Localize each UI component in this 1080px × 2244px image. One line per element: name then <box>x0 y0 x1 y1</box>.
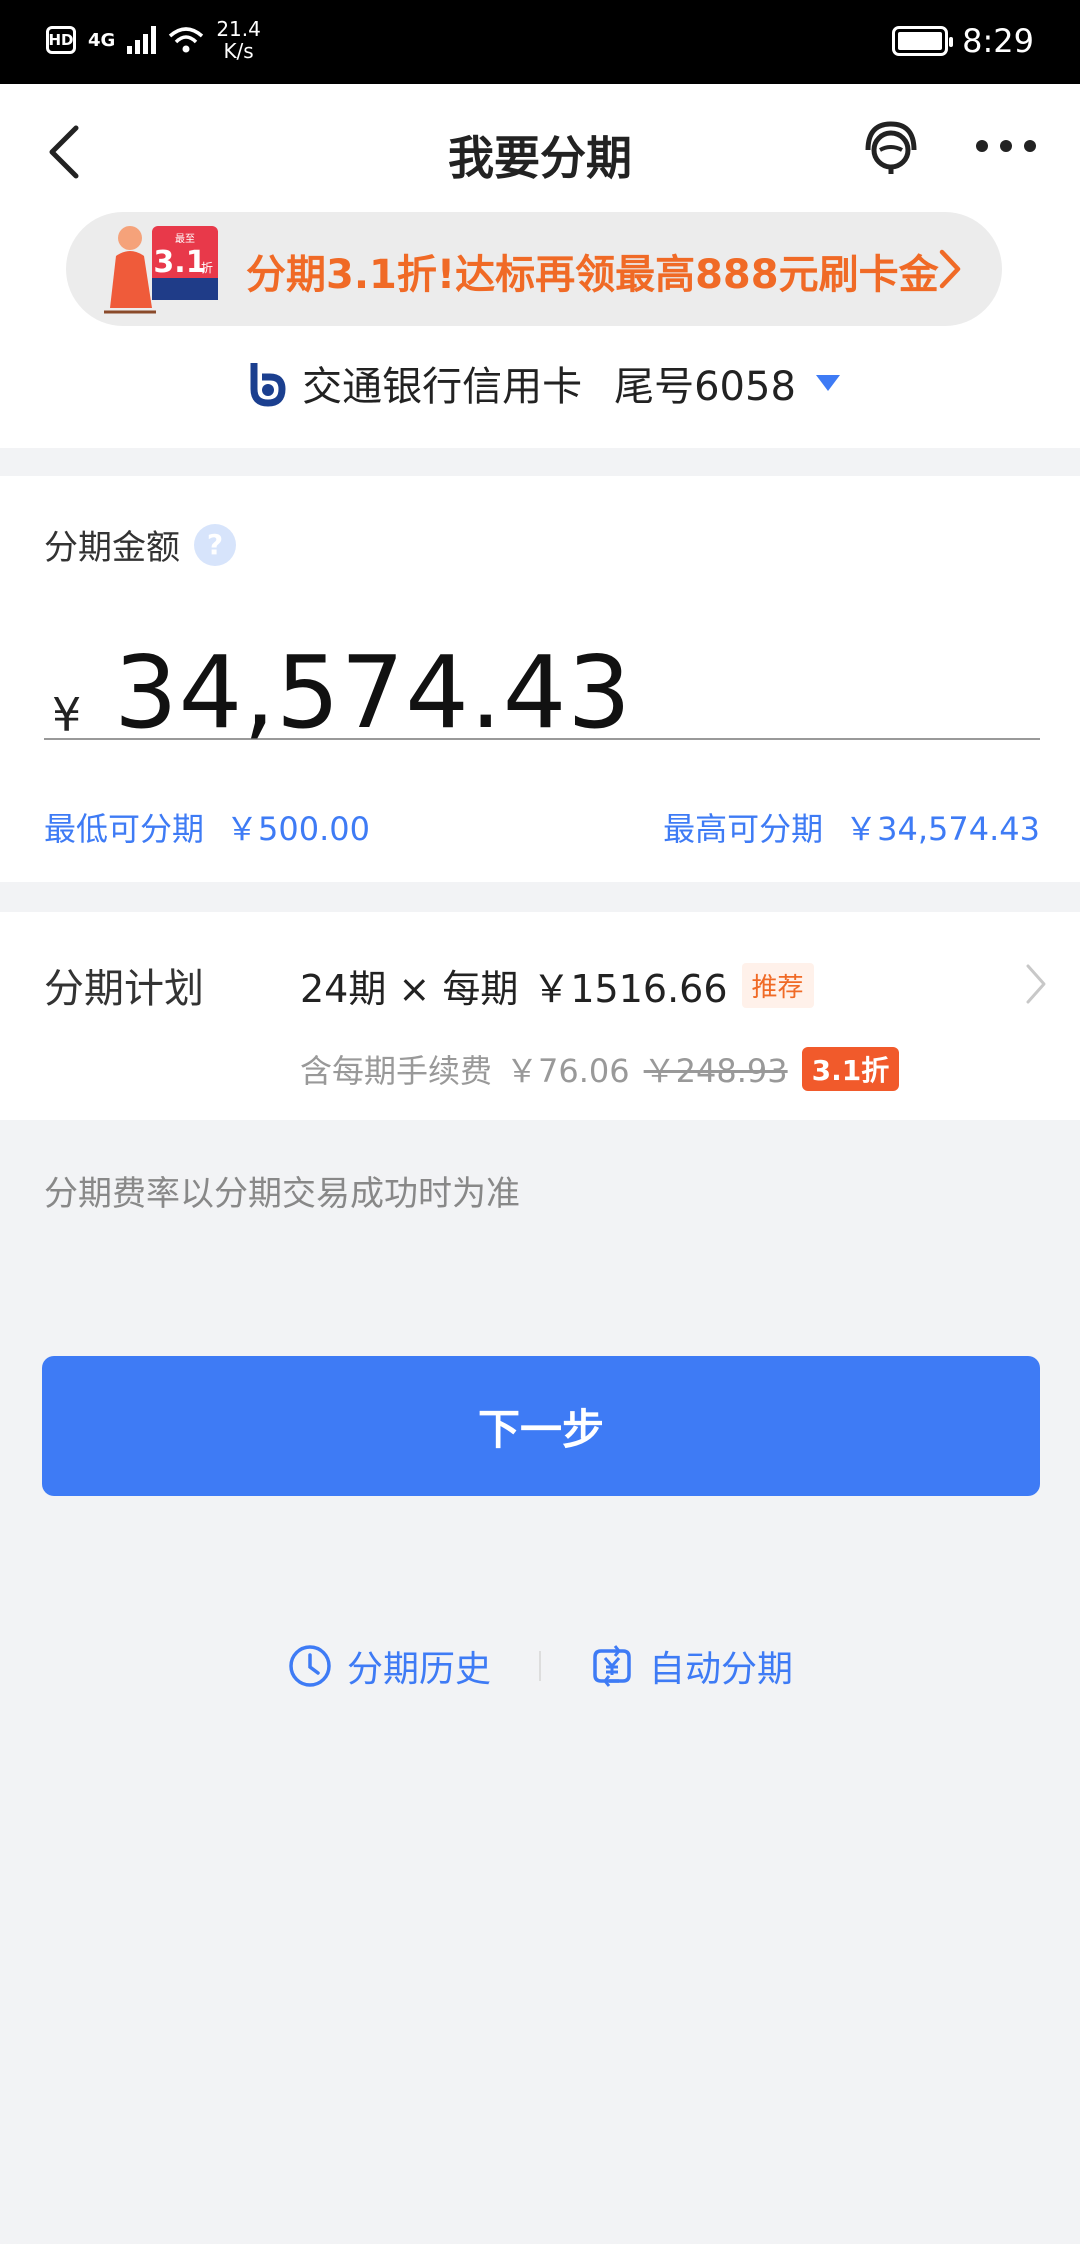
promo-badge-value: 3.1 <box>153 245 206 280</box>
promo-badge-small: 最至 <box>175 233 195 245</box>
currency-symbol: ¥ <box>52 688 82 742</box>
amount-value[interactable]: 34,574.43 <box>114 634 632 751</box>
max-amount-value: ￥34,574.43 <box>845 810 1040 848</box>
amount-section: 分期金额 ? ¥ 34,574.43 最低可分期 ￥500.00 最高可分期 ￥34… <box>0 476 1080 882</box>
chevron-right-icon <box>1026 964 1046 1004</box>
chevron-right-icon <box>939 249 961 289</box>
more-dot-icon <box>1000 140 1012 152</box>
recommend-badge: 推荐 <box>741 963 814 1008</box>
promo-banner[interactable]: 最至 3.1 折 分期3.1折!达标再领最高888元刷卡金 <box>66 212 1002 326</box>
more-menu-button[interactable] <box>976 140 1036 152</box>
min-amount-value: ￥500.00 <box>226 810 370 848</box>
amount-input[interactable]: ¥ 34,574.43 <box>44 634 1040 751</box>
customer-service-button[interactable] <box>858 114 924 180</box>
promo-illustration: 最至 3.1 折 <box>96 212 226 326</box>
nav-bar: 我要分期 <box>0 84 1080 214</box>
header-area: 我要分期 最至 3.1 折 分期3.1折!达标再领最高888元刷卡金 交通银行信… <box>0 84 1080 448</box>
yen-cycle-icon <box>593 1645 631 1687</box>
hd-icon: HD <box>46 26 76 54</box>
fee-label: 含每期手续费 <box>300 1052 493 1090</box>
clock-icon <box>289 1645 331 1687</box>
more-dot-icon <box>1024 140 1036 152</box>
plan-label: 分期计划 <box>44 966 204 1012</box>
caret-down-icon <box>815 375 840 391</box>
speed-value: 21.4 <box>216 17 261 41</box>
bank-logo-icon <box>250 363 286 407</box>
promo-badge-unit: 折 <box>201 260 213 275</box>
card-selector[interactable]: 交通银行信用卡 尾号6058 <box>0 354 1080 412</box>
more-dot-icon <box>976 140 988 152</box>
clock: 8:29 <box>962 22 1034 60</box>
wifi-icon <box>168 26 204 54</box>
max-amount-label: 最高可分期 <box>663 810 824 848</box>
bottom-links: 分期历史 自动分期 <box>0 1640 1080 1692</box>
battery-icon <box>892 26 954 56</box>
net-speed: 21.4 K/s <box>216 18 261 62</box>
speed-unit: K/s <box>223 39 254 63</box>
auto-label: 自动分期 <box>649 1649 794 1690</box>
fee-value: ￥76.06 <box>506 1052 630 1090</box>
history-label: 分期历史 <box>346 1649 491 1690</box>
next-step-button[interactable]: 下一步 <box>42 1356 1040 1496</box>
discount-badge: 3.1折 <box>801 1047 900 1091</box>
min-amount-label: 最低可分期 <box>44 810 205 848</box>
card-tail-number: 尾号6058 <box>614 364 796 410</box>
auto-installment-link[interactable]: 自动分期 <box>589 1640 793 1692</box>
plan-per-amount: ￥1516.66 <box>532 967 728 1011</box>
headset-icon <box>865 121 917 174</box>
installment-history-link[interactable]: 分期历史 <box>287 1640 491 1692</box>
plan-section[interactable]: 分期计划 24期 × 每期 ￥1516.66 推荐 含每期手续费 ￥76.06 … <box>0 912 1080 1120</box>
signal-icon <box>127 26 157 54</box>
help-icon[interactable]: ? <box>194 523 236 566</box>
max-amount[interactable]: 最高可分期 ￥34,574.43 <box>663 804 1040 850</box>
network-type: 4G <box>88 29 116 51</box>
fee-original: ￥248.93 <box>643 1052 788 1090</box>
amount-label: 分期金额 <box>44 528 180 568</box>
status-bar: HD 4G 21.4 K/s 8:29 <box>0 0 1080 84</box>
divider <box>539 1651 541 1681</box>
plan-periods: 24期 × 每期 <box>300 967 519 1011</box>
bank-name: 交通银行信用卡 <box>302 364 583 410</box>
min-amount: 最低可分期 ￥500.00 <box>44 804 370 850</box>
rate-note: 分期费率以分期交易成功时为准 <box>44 1174 520 1214</box>
promo-text: 分期3.1折!达标再领最高888元刷卡金 <box>246 252 939 298</box>
